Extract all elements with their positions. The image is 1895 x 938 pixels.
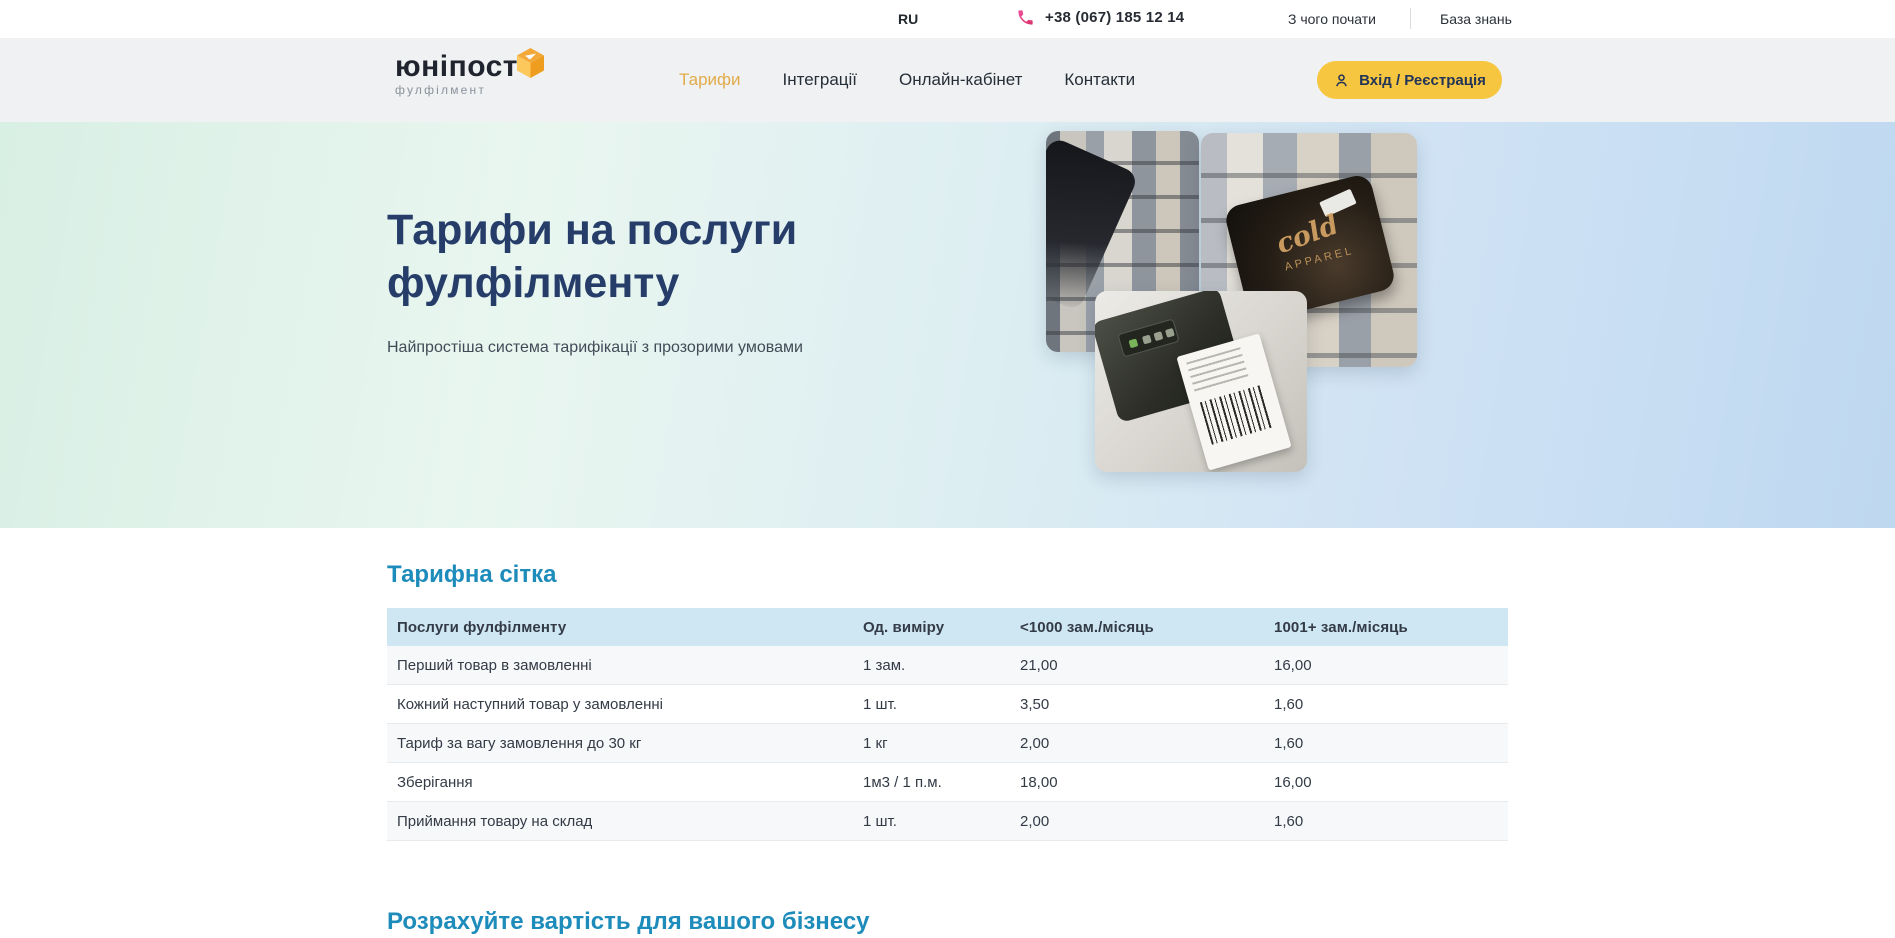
col-header-service: Послуги фулфілменту xyxy=(387,619,853,636)
logo[interactable]: юніпост фулфілмент xyxy=(395,52,518,97)
cell-price-high: 16,00 xyxy=(1264,774,1508,791)
printer-panel xyxy=(1117,318,1179,357)
table-row: Кожний наступний товар у замовленні 1 шт… xyxy=(387,685,1508,724)
logo-cube-icon xyxy=(517,48,544,78)
nav-item-tariffs[interactable]: Тарифи xyxy=(679,70,741,90)
hero-section: Тарифи на послуги фулфілменту Найпростіш… xyxy=(0,122,1895,528)
cell-service: Зберігання xyxy=(387,774,853,791)
table-row: Зберігання 1м3 / 1 п.м. 18,00 16,00 xyxy=(387,763,1508,802)
col-header-under-1000: <1000 зам./місяць xyxy=(1010,619,1264,636)
col-header-unit: Од. виміру xyxy=(853,619,1010,636)
cell-price-low: 2,00 xyxy=(1010,813,1264,830)
cell-price-low: 21,00 xyxy=(1010,657,1264,674)
cell-unit: 1 шт. xyxy=(853,696,1010,713)
page-title-line1: Тарифи на послуги xyxy=(387,206,797,254)
cell-price-high: 1,60 xyxy=(1264,735,1508,752)
cell-price-low: 2,00 xyxy=(1010,735,1264,752)
main-header: юніпост фулфілмент Тарифи Інтеграції Онл… xyxy=(0,38,1895,122)
nav-item-online-cabinet[interactable]: Онлайн-кабінет xyxy=(899,70,1022,90)
pricing-section: Тарифна сітка Послуги фулфілменту Од. ви… xyxy=(0,528,1895,938)
topbar-divider xyxy=(1410,8,1411,29)
cell-service: Приймання товару на склад xyxy=(387,813,853,830)
cell-service: Тариф за вагу замовлення до 30 кг xyxy=(387,735,853,752)
cell-unit: 1м3 / 1 п.м. xyxy=(853,774,1010,791)
table-row: Перший товар в замовленні 1 зам. 21,00 1… xyxy=(387,646,1508,685)
page-subtitle: Найпростіша система тарифікації з прозор… xyxy=(387,339,803,357)
table-row: Приймання товару на склад 1 шт. 2,00 1,6… xyxy=(387,802,1508,841)
cell-price-low: 3,50 xyxy=(1010,696,1264,713)
main-nav: Тарифи Інтеграції Онлайн-кабінет Контакт… xyxy=(679,38,1135,122)
person-icon xyxy=(1333,72,1350,89)
cell-price-high: 16,00 xyxy=(1264,657,1508,674)
cell-unit: 1 шт. xyxy=(853,813,1010,830)
barcode-graphic xyxy=(1200,385,1274,445)
phone-number[interactable]: +38 (067) 185 12 14 xyxy=(1045,9,1184,26)
phone-block[interactable]: +38 (067) 185 12 14 xyxy=(1016,8,1184,27)
top-utility-bar: RU +38 (067) 185 12 14 З чого почати Баз… xyxy=(0,0,1895,38)
hero-photo-label-printer xyxy=(1095,291,1307,472)
cell-price-low: 18,00 xyxy=(1010,774,1264,791)
pricing-table-header-row: Послуги фулфілменту Од. виміру <1000 зам… xyxy=(387,608,1508,646)
cell-unit: 1 зам. xyxy=(853,657,1010,674)
nav-item-contacts[interactable]: Контакти xyxy=(1064,70,1135,90)
shipping-label-graphic xyxy=(1176,333,1291,470)
pricing-table-body: Перший товар в замовленні 1 зам. 21,00 1… xyxy=(387,646,1508,841)
pricing-table: Послуги фулфілменту Од. виміру <1000 зам… xyxy=(387,608,1508,841)
login-register-button[interactable]: Вхід / Реєстрація xyxy=(1317,61,1502,99)
pricing-heading: Тарифна сітка xyxy=(387,561,556,589)
cell-unit: 1 кг xyxy=(853,735,1010,752)
page-title: Тарифи на послуги фулфілменту xyxy=(387,204,797,310)
nav-item-integrations[interactable]: Інтеграції xyxy=(783,70,858,90)
login-register-label: Вхід / Реєстрація xyxy=(1359,72,1486,89)
cell-service: Кожний наступний товар у замовленні xyxy=(387,696,853,713)
phone-icon xyxy=(1016,8,1035,27)
logo-title: юніпост xyxy=(395,52,518,82)
topbar-link-knowledge-base[interactable]: База знань xyxy=(1440,11,1512,27)
language-switcher[interactable]: RU xyxy=(898,11,918,27)
calculator-heading: Розрахуйте вартість для вашого бізнесу xyxy=(387,908,870,936)
cell-price-high: 1,60 xyxy=(1264,696,1508,713)
col-header-over-1001: 1001+ зам./місяць xyxy=(1264,619,1508,636)
table-row: Тариф за вагу замовлення до 30 кг 1 кг 2… xyxy=(387,724,1508,763)
page-title-line2: фулфілменту xyxy=(387,259,679,307)
topbar-link-get-started[interactable]: З чого почати xyxy=(1288,11,1376,27)
cell-price-high: 1,60 xyxy=(1264,813,1508,830)
logo-subtitle: фулфілмент xyxy=(395,83,518,97)
cell-service: Перший товар в замовленні xyxy=(387,657,853,674)
